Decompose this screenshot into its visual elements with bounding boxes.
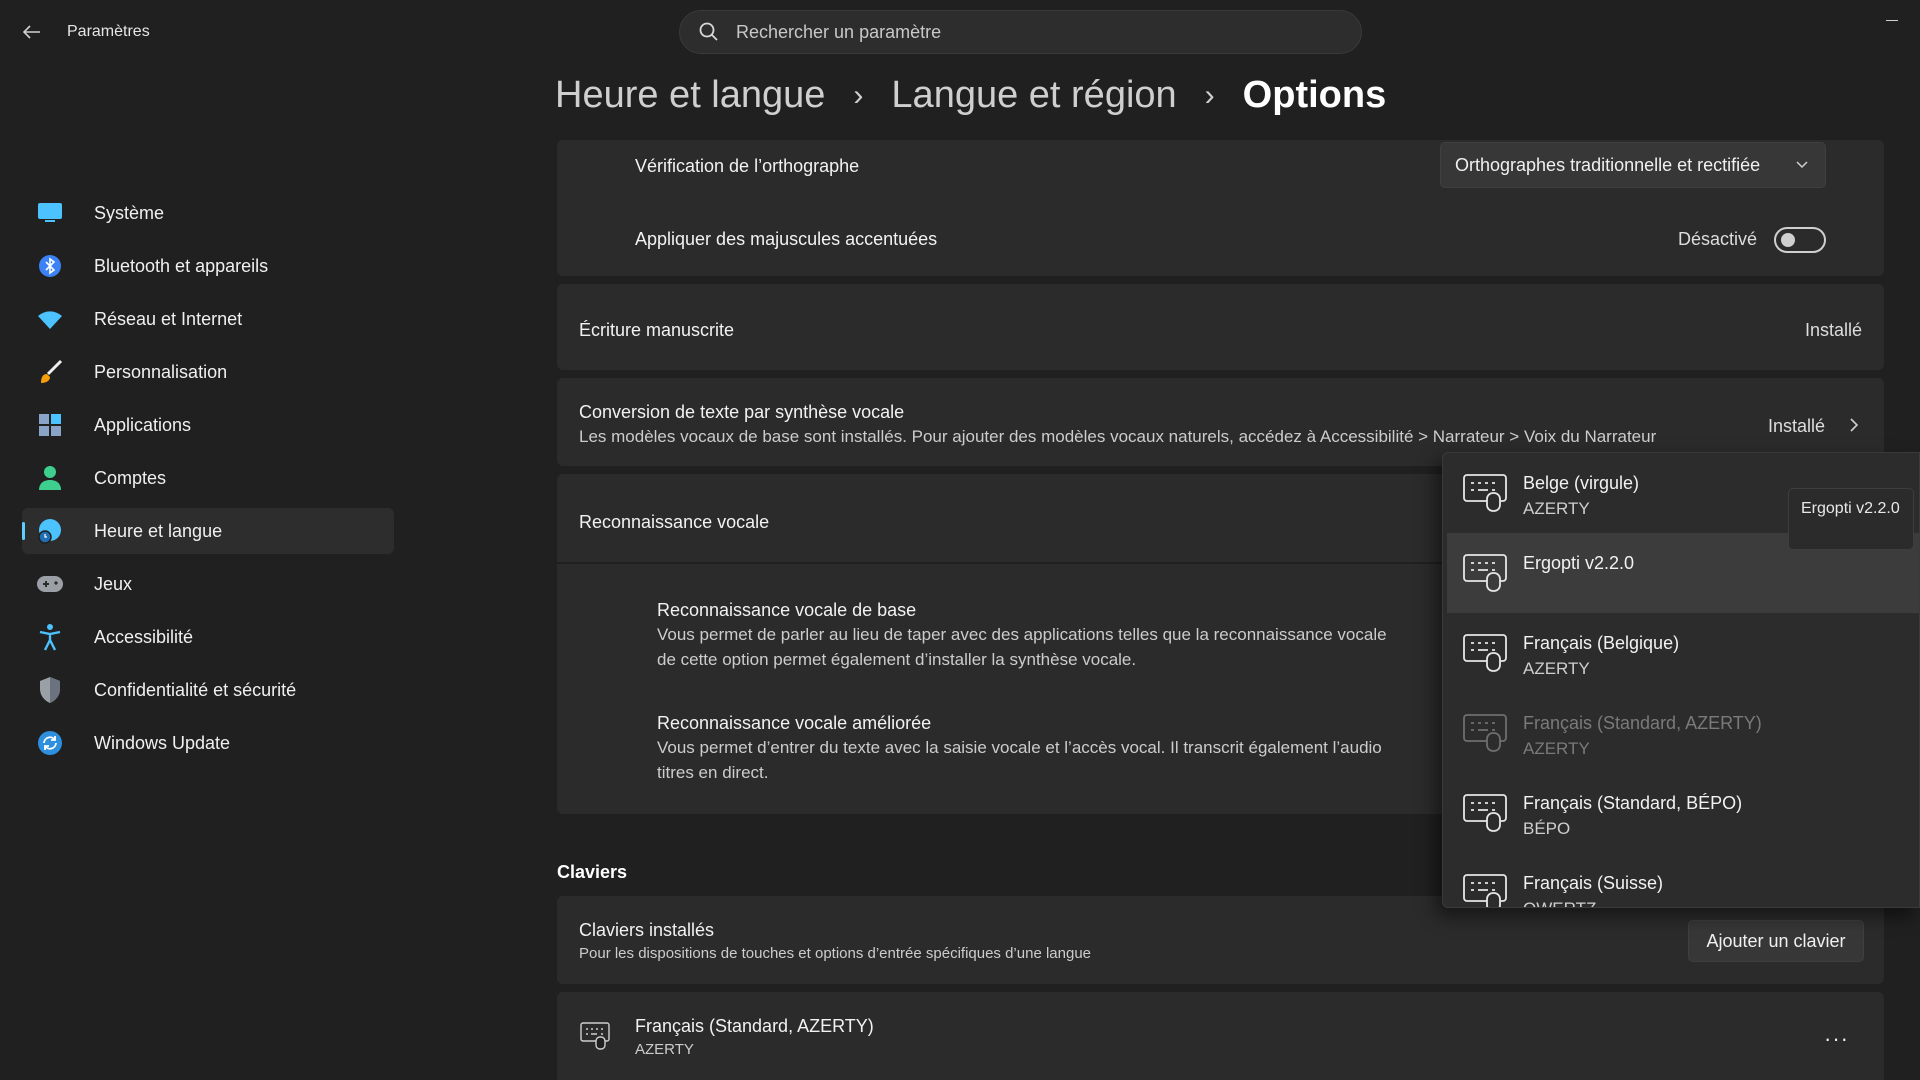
keyboard-icon (1463, 554, 1507, 592)
chevron-right-icon: › (1204, 78, 1215, 112)
flyout-item-layout: AZERTY (1523, 739, 1590, 758)
handwriting-status: Installé (1805, 320, 1863, 340)
flyout-item-name: Français (Suisse) (1523, 873, 1664, 893)
flyout-item: Français (Standard, AZERTY) AZERTY (1447, 693, 1919, 773)
flyout-item-layout: AZERTY (1523, 499, 1590, 518)
more-options-button[interactable]: ··· (1824, 1026, 1849, 1052)
flyout-item-layout: BÉPO (1523, 819, 1571, 838)
accented-caps-state: Désactivé (1678, 229, 1758, 249)
flyout-item-name: Français (Belgique) (1523, 633, 1680, 653)
search-input[interactable] (736, 21, 1296, 43)
sidebar-item-bluetooth[interactable]: Bluetooth et appareils (22, 243, 394, 289)
spelling-dropdown-value: Orthographes traditionnelle et rectifiée (1455, 154, 1761, 175)
accessibility-icon (36, 623, 64, 651)
flyout-item[interactable]: Français (Suisse) QWERTZ (1447, 853, 1919, 907)
sidebar-item-comptes[interactable]: Comptes (22, 455, 394, 501)
breadcrumb-langue-region[interactable]: Langue et région (891, 74, 1176, 117)
sidebar: Système Bluetooth et appareils Réseau et… (22, 190, 394, 773)
handwriting-card[interactable] (557, 284, 1884, 370)
flyout-item-name: Ergopti v2.2.0 (1523, 553, 1635, 573)
keyboard-icon (1463, 794, 1507, 832)
sidebar-item-label: Personnalisation (94, 361, 228, 382)
accented-caps-toggle[interactable] (1774, 227, 1826, 253)
handwriting-label: Écriture manuscrite (579, 320, 735, 340)
flyout-item[interactable]: Français (Belgique) AZERTY (1447, 613, 1919, 693)
keyboard-icon (580, 1022, 610, 1050)
sidebar-item-windows-update[interactable]: Windows Update (22, 720, 394, 766)
spelling-dropdown[interactable]: Orthographes traditionnelle et rectifiée (1440, 142, 1826, 188)
sidebar-item-label: Heure et langue (94, 520, 223, 541)
keyboard-icon (1463, 714, 1507, 752)
basic-speech-desc: de cette option permet également d’insta… (657, 650, 1137, 669)
enhanced-speech-title: Reconnaissance vocale améliorée (657, 713, 932, 733)
sidebar-item-jeux[interactable]: Jeux (22, 561, 394, 607)
accented-caps-label: Appliquer des majuscules accentuées (635, 229, 938, 249)
wifi-icon (36, 305, 64, 333)
sidebar-item-heure-langue[interactable]: Heure et langue (22, 508, 394, 554)
update-icon (36, 729, 64, 757)
flyout-item-layout: QWERTZ (1523, 899, 1596, 907)
flyout-item-name: Français (Standard, AZERTY) (1523, 713, 1762, 733)
search-box[interactable] (679, 10, 1362, 54)
flyout-item-layout: AZERTY (1523, 659, 1590, 678)
chevron-right-icon: › (853, 78, 864, 112)
speech-label: Reconnaissance vocale (579, 512, 770, 532)
sidebar-item-accessibilite[interactable]: Accessibilité (22, 614, 394, 660)
breadcrumb-heure-langue[interactable]: Heure et langue (555, 74, 825, 117)
sidebar-item-label: Windows Update (94, 732, 231, 753)
sidebar-item-label: Réseau et Internet (94, 308, 243, 329)
sidebar-item-label: Accessibilité (94, 626, 194, 647)
basic-speech-desc: Vous permet de parler au lieu de taper a… (657, 625, 1387, 644)
bluetooth-icon (36, 252, 64, 280)
keyboards-section-title: Claviers (557, 862, 628, 882)
sidebar-item-label: Bluetooth et appareils (94, 255, 269, 276)
minimize-button[interactable] (1886, 14, 1900, 28)
chevron-right-icon (1850, 418, 1859, 432)
keyboard-icon (1463, 874, 1507, 907)
spelling-label: Vérification de l’orthographe (635, 156, 860, 176)
sidebar-item-personnalisation[interactable]: Personnalisation (22, 349, 394, 395)
sidebar-item-confidentialite[interactable]: Confidentialité et sécurité (22, 667, 394, 713)
chevron-down-icon (1796, 161, 1808, 169)
sidebar-item-label: Système (94, 202, 165, 223)
sidebar-item-applications[interactable]: Applications (22, 402, 394, 448)
sidebar-item-label: Confidentialité et sécurité (94, 679, 297, 700)
tts-status: Installé (1768, 416, 1826, 436)
basic-speech-title: Reconnaissance vocale de base (657, 600, 917, 620)
sidebar-item-reseau[interactable]: Réseau et Internet (22, 296, 394, 342)
sidebar-item-label: Comptes (94, 467, 167, 488)
monitor-icon (36, 199, 64, 227)
tts-label: Conversion de texte par synthèse vocale (579, 402, 905, 422)
arrow-left-icon (23, 25, 40, 39)
app-title: Paramètres (67, 23, 150, 40)
flyout-item-name: Belge (virgule) (1523, 473, 1640, 493)
page-title: Options (1242, 74, 1387, 116)
enhanced-speech-desc: titres en direct. (657, 763, 769, 782)
tts-description: Les modèles vocaux de base sont installé… (579, 427, 1657, 446)
brush-icon (36, 358, 64, 386)
sidebar-item-label: Jeux (94, 573, 133, 594)
flyout-item[interactable]: Français (Standard, BÉPO) BÉPO (1447, 773, 1919, 853)
sidebar-item-systeme[interactable]: Système (22, 190, 394, 236)
installed-keyboards-label: Claviers installés (579, 920, 715, 940)
apps-icon (36, 411, 64, 439)
keyboard-layout: AZERTY (635, 1041, 694, 1058)
shield-icon (36, 676, 64, 704)
globe-clock-icon (36, 517, 64, 545)
add-keyboard-button[interactable]: Ajouter un clavier (1688, 920, 1864, 962)
tooltip: Ergopti v2.2.0 (1788, 488, 1914, 550)
account-icon (36, 464, 64, 492)
installed-keyboards-desc: Pour les dispositions de touches et opti… (579, 945, 1092, 962)
breadcrumb: Heure et langue › Langue et région › Opt… (555, 74, 1386, 117)
sidebar-item-label: Applications (94, 414, 192, 435)
search-icon (699, 22, 718, 41)
back-button[interactable] (18, 20, 46, 44)
installed-keyboards-card (557, 896, 1884, 984)
keyboard-icon (1463, 634, 1507, 672)
keyboard-icon (1463, 474, 1507, 512)
flyout-item-name: Français (Standard, BÉPO) (1523, 793, 1743, 813)
keyboard-name: Français (Standard, AZERTY) (635, 1016, 874, 1036)
enhanced-speech-desc: Vous permet d’entrer du texte avec la sa… (657, 738, 1382, 757)
gamepad-icon (36, 570, 64, 598)
